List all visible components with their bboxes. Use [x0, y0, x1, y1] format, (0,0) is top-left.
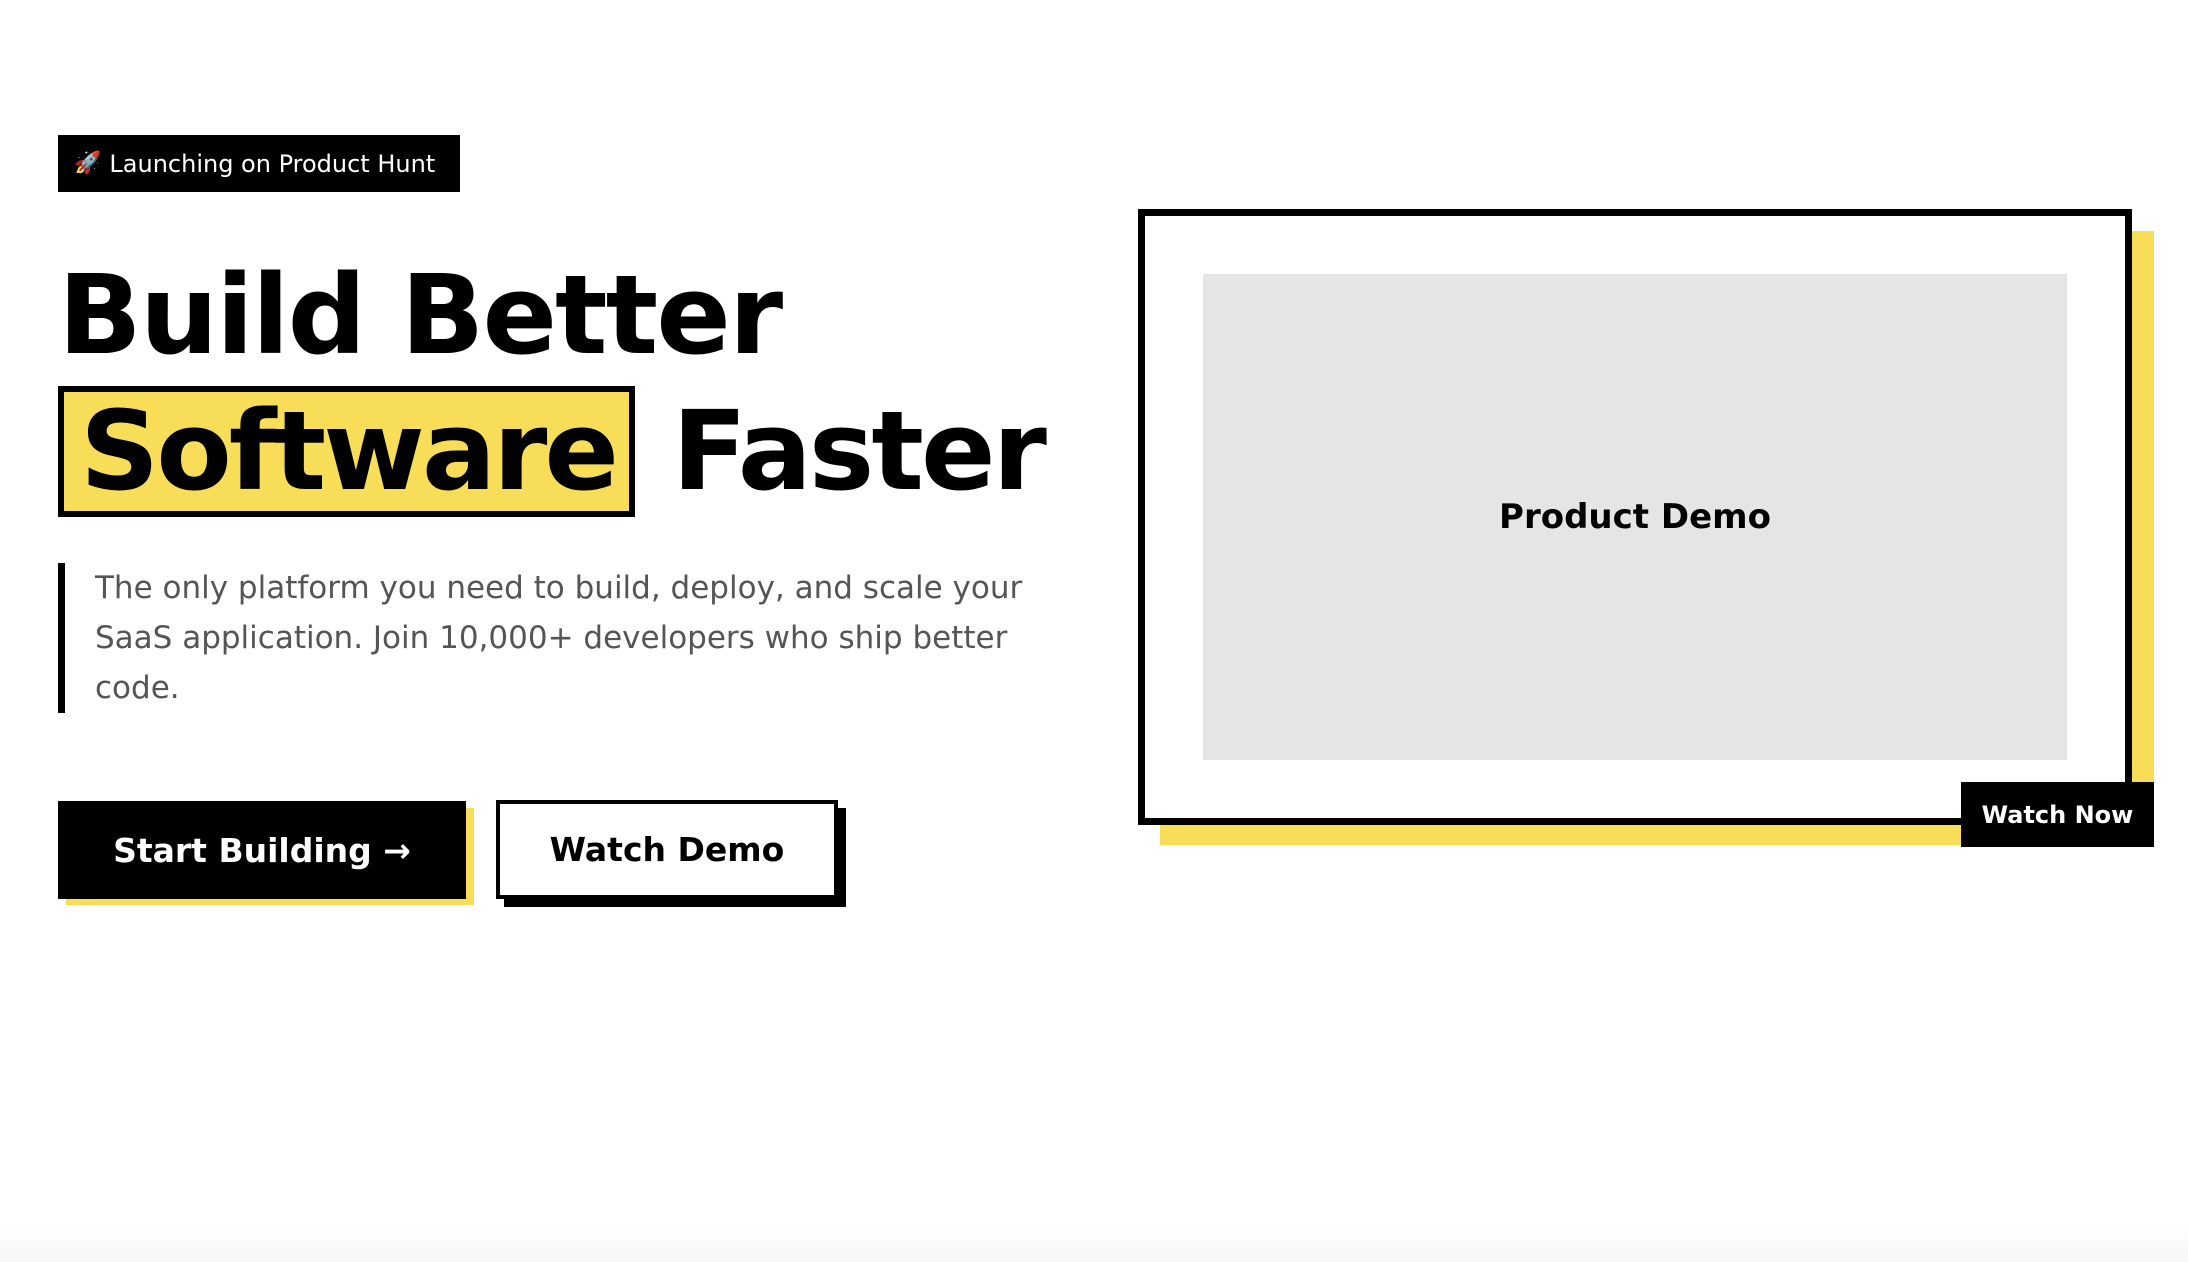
description-text: The only platform you need to build, dep…	[95, 570, 1023, 706]
start-building-button[interactable]: Start Building →	[58, 801, 466, 899]
launch-badge[interactable]: 🚀 Launching on Product Hunt	[58, 135, 460, 192]
watch-demo-button[interactable]: Watch Demo	[496, 800, 838, 899]
headline-line-2-rest: Faster	[672, 387, 1047, 515]
hero-page: 🚀 Launching on Product Hunt Build Better…	[0, 0, 2188, 1262]
description-block: The only platform you need to build, dep…	[58, 563, 1058, 713]
product-demo-label: Product Demo	[1499, 497, 1771, 537]
headline-line-1: Build Better	[58, 251, 783, 379]
bottom-fade	[0, 1222, 2188, 1262]
watch-now-button[interactable]: Watch Now	[1961, 782, 2154, 847]
rocket-icon: 🚀	[74, 151, 102, 176]
product-demo-placeholder[interactable]: Product Demo	[1203, 274, 2067, 760]
launch-badge-label: Launching on Product Hunt	[109, 149, 436, 178]
headline-highlight-word: Software	[80, 387, 619, 515]
